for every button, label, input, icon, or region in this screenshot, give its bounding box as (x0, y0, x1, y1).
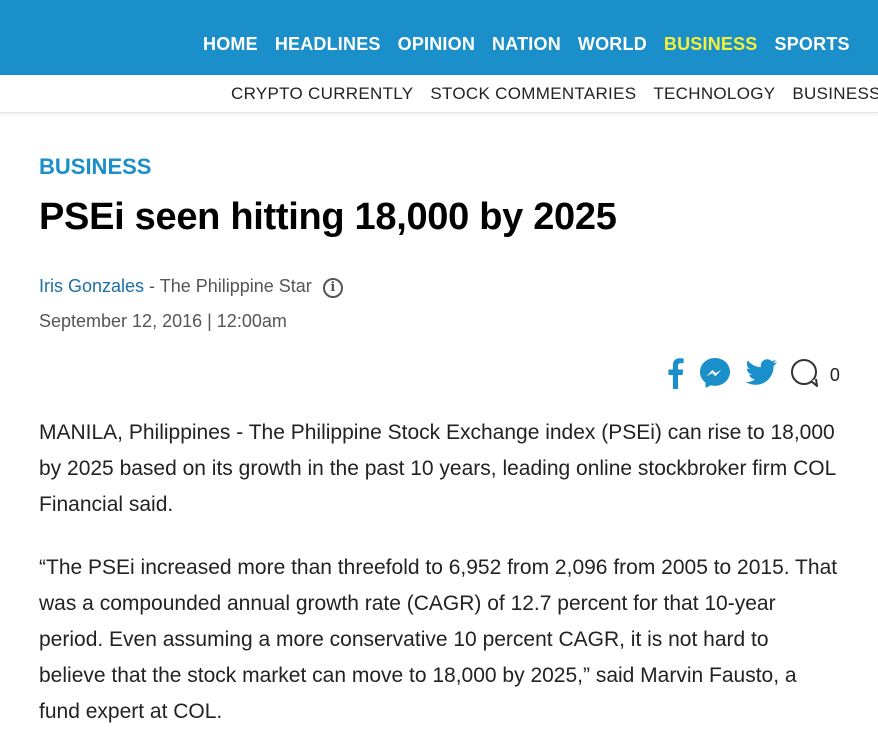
subnav-item-crypto-currently[interactable]: CRYPTO CURRENTLY (231, 84, 413, 104)
sub-nav-items: CRYPTO CURRENTLY STOCK COMMENTARIES TECHNO… (231, 84, 878, 104)
nav-item-opinion[interactable]: OPINION (398, 34, 475, 55)
nav-item-nation[interactable]: NATION (492, 34, 561, 55)
top-nav-items: HOME HEADLINES OPINION NATION WORLD BUSINESS S… (203, 34, 867, 55)
author-link[interactable]: Iris Gonzales (39, 276, 144, 296)
comment-count: 0 (829, 365, 840, 385)
article-body: MANILA, Philippines - The Philippine Sto… (39, 415, 839, 745)
twitter-icon[interactable] (745, 359, 777, 392)
article-paragraph-2: “The PSEi increased more than threefold … (39, 556, 838, 723)
subnav-item-technology[interactable]: TECHNOLOGY (653, 84, 775, 104)
sub-navigation-bar: CRYPTO CURRENTLY STOCK COMMENTARIES TECHNO… (0, 75, 878, 113)
nav-item-business[interactable]: BUSINESS (664, 34, 758, 55)
facebook-icon[interactable] (664, 357, 686, 394)
article-headline: PSEi seen hitting 18,000 by 2025 (39, 196, 617, 238)
nav-item-world[interactable]: WORLD (578, 34, 647, 55)
top-navigation-bar: HOME HEADLINES OPINION NATION WORLD BUSINESS S… (0, 0, 878, 75)
subnav-item-business[interactable]: BUSINESS (792, 84, 878, 104)
publication-name: - The Philippine Star (144, 276, 312, 296)
share-bar: 0 (664, 356, 840, 390)
nav-item-home[interactable]: HOME (203, 34, 258, 55)
byline: Iris Gonzales - The Philippine Star i (39, 276, 343, 298)
comment-icon[interactable] (789, 357, 821, 394)
nav-item-sports[interactable]: SPORTS (775, 34, 850, 55)
messenger-icon[interactable] (698, 356, 732, 395)
article-paragraph-1: MANILA, Philippines - The Philippine Sto… (39, 421, 836, 516)
subnav-item-stock-commentaries[interactable]: STOCK COMMENTARIES (430, 84, 636, 104)
info-icon[interactable]: i (322, 278, 343, 298)
publish-date: September 12, 2016 | 12:00am (39, 311, 287, 331)
section-label[interactable]: BUSINESS (39, 154, 151, 180)
nav-item-headlines[interactable]: HEADLINES (275, 34, 381, 55)
